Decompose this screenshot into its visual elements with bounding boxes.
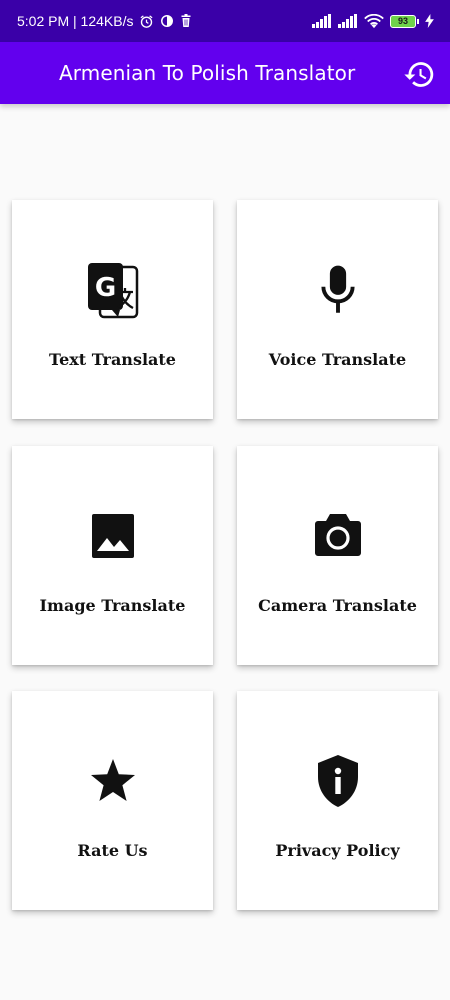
signal-icon-1 [312,14,332,28]
voice-translate-card[interactable]: Voice Translate [237,200,438,419]
alarm-icon [139,14,154,29]
image-translate-card[interactable]: Image Translate [12,446,213,665]
card-label: Text Translate [49,350,176,369]
status-bar: 5:02 PM | 124KB/s 93 [0,0,450,42]
microphone-icon [237,264,438,316]
google-translate-icon: G [12,262,213,320]
battery-icon: 93 [390,14,419,28]
data-saver-icon [160,14,174,28]
status-left: 5:02 PM | 124KB/s [17,13,192,29]
history-button[interactable] [402,57,436,91]
image-icon [12,513,213,559]
camera-translate-card[interactable]: Camera Translate [237,446,438,665]
history-icon [403,58,436,91]
battery-tip [417,18,419,24]
svg-text:G: G [94,273,115,303]
battery-level: 93 [390,14,416,28]
card-label: Privacy Policy [275,841,400,860]
star-icon [12,755,213,805]
privacy-policy-card[interactable]: Privacy Policy [237,691,438,910]
signal-icon-2 [338,14,358,28]
status-time-speed: 5:02 PM | 124KB/s [17,13,134,29]
app-bar: Armenian To Polish Translator [0,42,450,104]
card-label: Camera Translate [258,596,417,615]
card-label: Rate Us [77,841,148,860]
charging-icon [425,14,434,28]
rate-us-card[interactable]: Rate Us [12,691,213,910]
privacy-shield-icon [237,753,438,809]
card-label: Voice Translate [268,350,407,369]
trash-icon [180,14,192,28]
wifi-icon [364,13,384,29]
status-right: 93 [312,13,434,29]
app-title: Armenian To Polish Translator [59,61,356,85]
text-translate-card[interactable]: G Text Translate [12,200,213,419]
card-label: Image Translate [39,596,186,615]
camera-icon [237,510,438,558]
